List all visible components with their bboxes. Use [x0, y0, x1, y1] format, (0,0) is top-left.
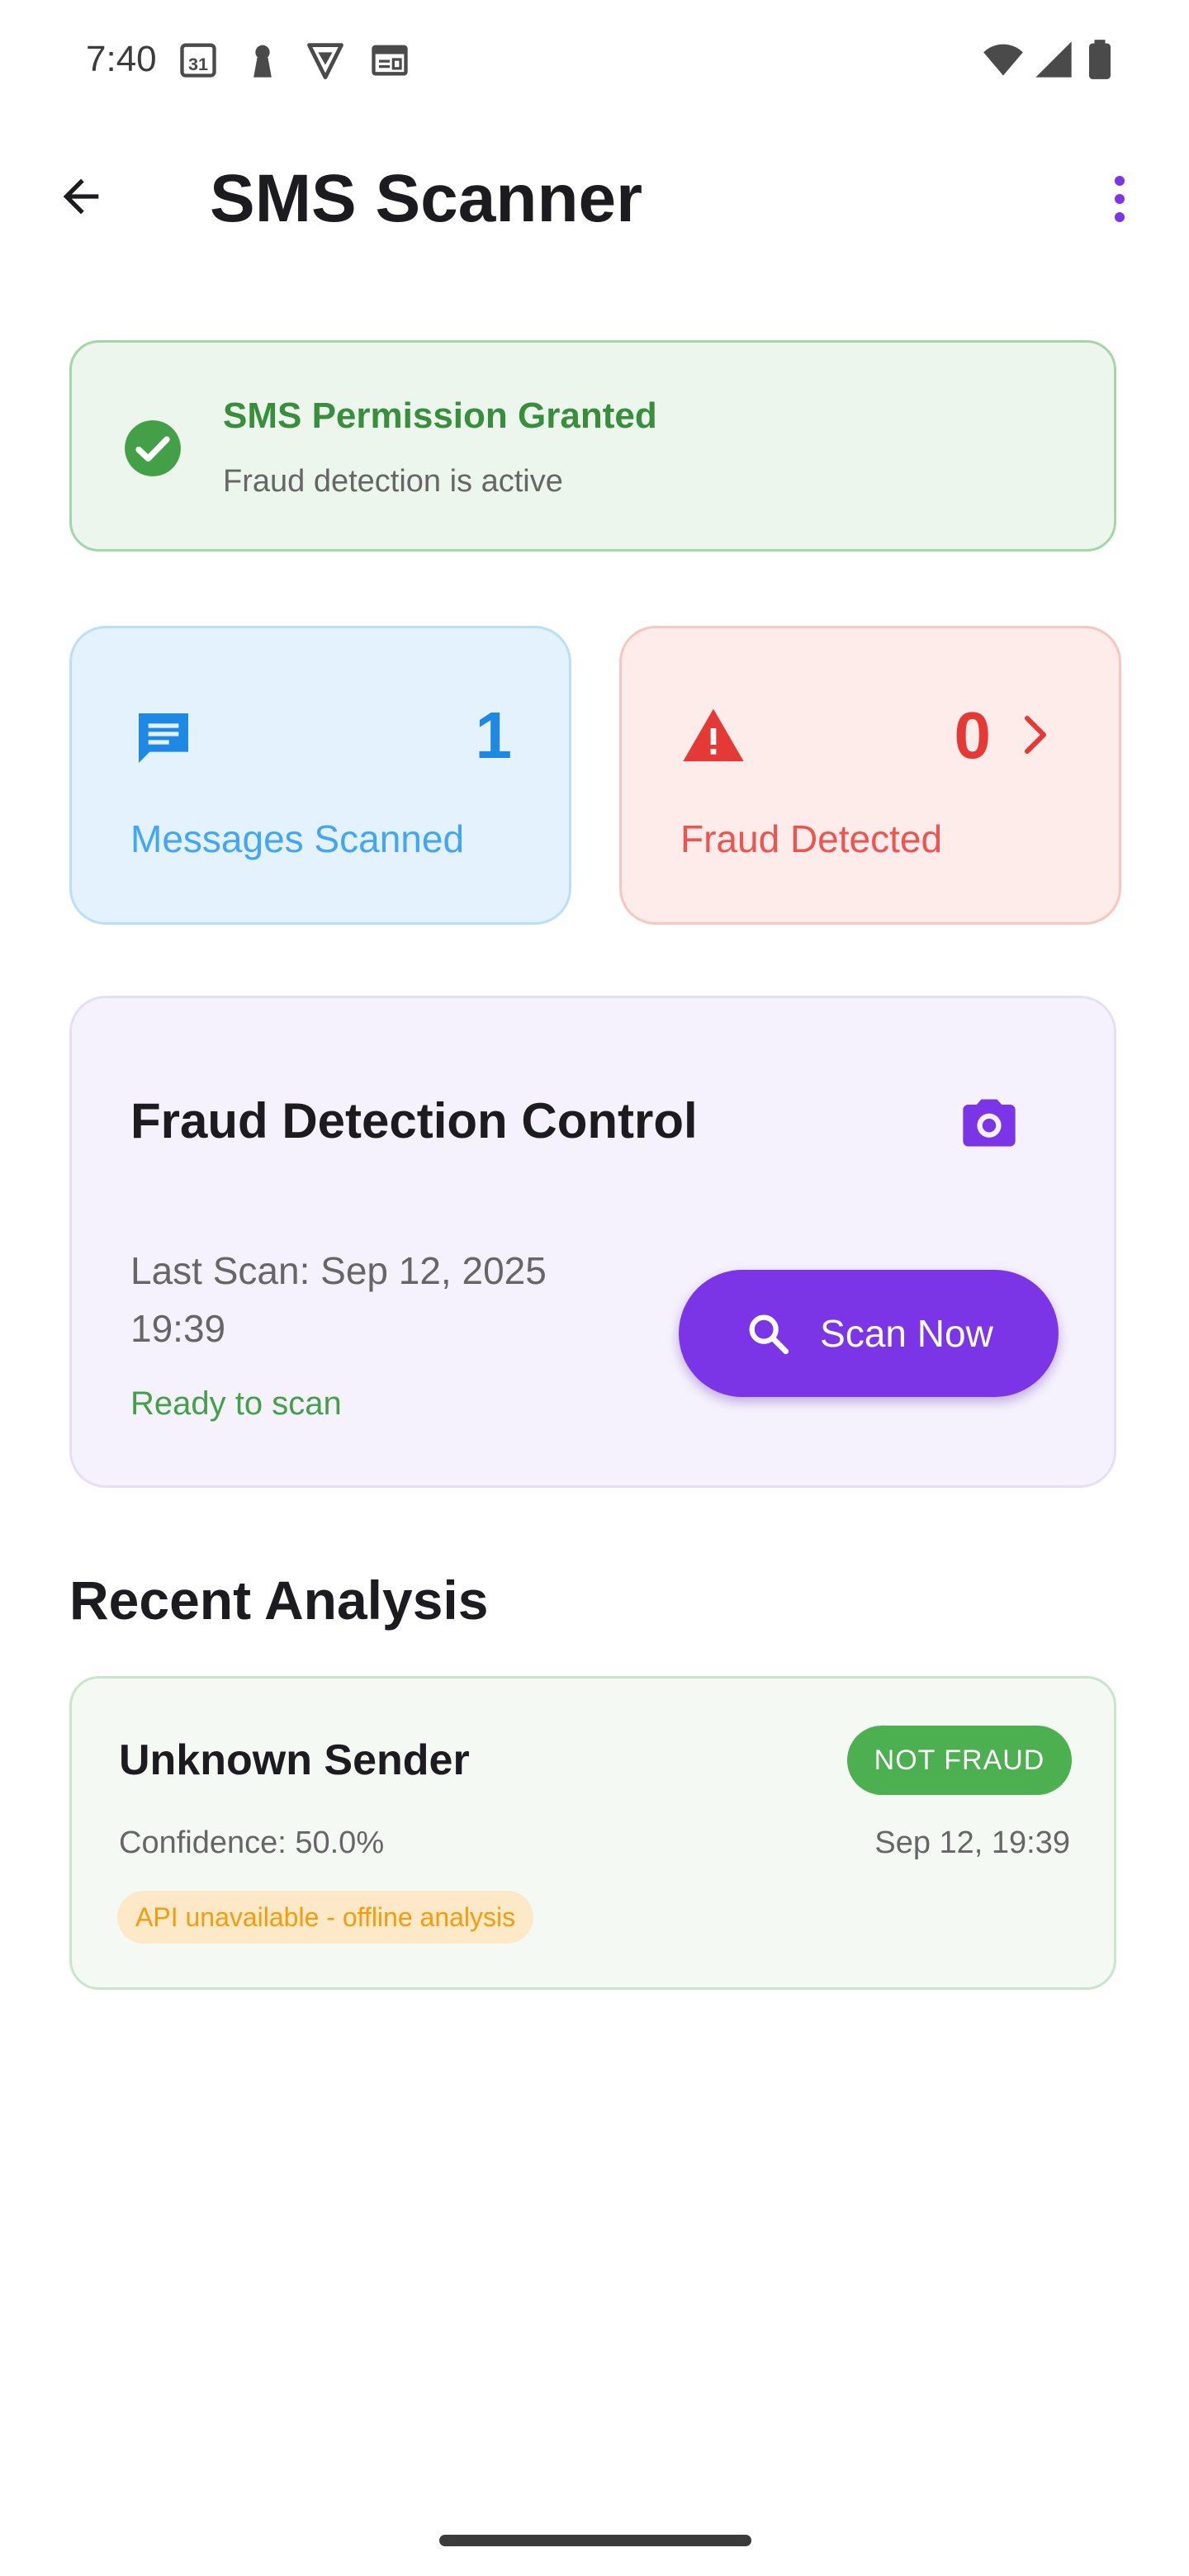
fraud-detected-value: 0 — [954, 698, 992, 772]
arrow-back-icon — [63, 178, 99, 215]
confidence-text: Confidence: 50.0% — [119, 1825, 385, 1860]
search-icon — [749, 1314, 789, 1355]
sender-name: Unknown Sender — [119, 1736, 470, 1784]
recent-analysis-heading: Recent Analysis — [69, 1570, 489, 1631]
message-icon — [130, 705, 197, 771]
wifi-icon — [979, 38, 1027, 81]
warning-icon — [680, 703, 746, 769]
back-button[interactable] — [46, 162, 116, 231]
permission-card — [69, 340, 1116, 552]
status-badge: NOT FRAUD — [847, 1726, 1072, 1795]
chevron-right-icon[interactable] — [1017, 712, 1054, 758]
shield-icon — [304, 38, 347, 81]
scan-now-label: Scan Now — [820, 1312, 993, 1355]
battery-icon — [1083, 38, 1116, 81]
more-vert-icon — [1115, 176, 1125, 222]
permission-title: SMS Permission Granted — [223, 395, 657, 436]
home-indicator[interactable] — [439, 2535, 751, 2546]
status-time: 7:40 — [86, 39, 157, 79]
messages-scanned-value: 1 — [475, 698, 513, 772]
keyhole-icon — [241, 38, 284, 81]
calendar-icon: 31 — [177, 38, 220, 81]
page-title: SMS Scanner — [210, 161, 643, 236]
analysis-note-chip: API unavailable - offline analysis — [117, 1891, 534, 1944]
svg-text:31: 31 — [188, 54, 208, 74]
messages-scanned-label: Messages Scanned — [130, 817, 465, 860]
analysis-timestamp: Sep 12, 19:39 — [874, 1825, 1070, 1860]
permission-subtitle: Fraud detection is active — [223, 464, 563, 499]
messages-scanned-card — [69, 626, 571, 925]
last-scan-text: Last Scan: Sep 12, 2025 19:39 — [130, 1249, 547, 1350]
fraud-detected-label: Fraud Detected — [680, 817, 943, 860]
scan-now-button[interactable]: Scan Now — [679, 1270, 1059, 1397]
news-icon — [368, 38, 411, 81]
scan-status: Ready to scan — [130, 1385, 342, 1422]
fraud-detected-card[interactable] — [619, 626, 1121, 925]
control-title: Fraud Detection Control — [130, 1093, 698, 1148]
check-circle-icon — [122, 418, 183, 479]
camera-icon — [963, 1099, 1016, 1147]
more-options-button[interactable] — [1095, 162, 1144, 236]
signal-icon — [1032, 38, 1075, 81]
camera-button[interactable] — [958, 1091, 1021, 1154]
